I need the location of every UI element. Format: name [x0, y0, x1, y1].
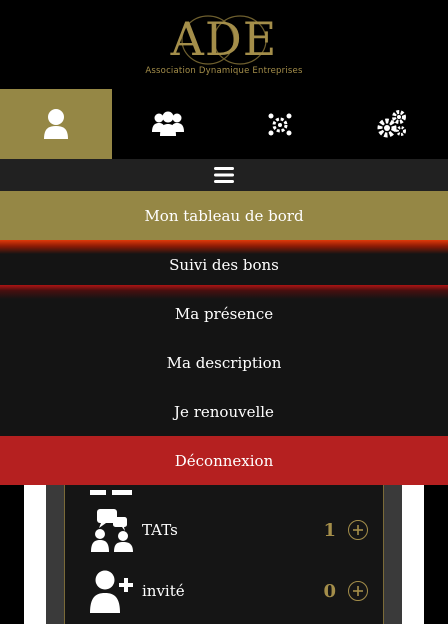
users-group-icon	[152, 111, 184, 136]
user-plus-icon	[86, 565, 138, 617]
menu-item-label: Déconnexion	[174, 451, 274, 470]
add-guest-button[interactable]	[348, 581, 368, 601]
stat-label: TATs	[142, 521, 178, 539]
user-icon	[44, 109, 68, 139]
hamburger-icon	[214, 167, 234, 183]
dropdown-menu: Mon tableau de bord Suivi des bons Ma pr…	[0, 191, 448, 485]
add-icon	[353, 586, 363, 596]
logo-tagline: Association Dynamique Entreprises	[145, 66, 303, 76]
add-icon	[353, 525, 363, 535]
menu-item-renew[interactable]: Je renouvelle	[0, 387, 448, 436]
menu-item-label: Ma présence	[174, 304, 274, 323]
dashboard-content: TATs 1 invité 0	[0, 485, 448, 624]
tab-settings[interactable]	[336, 89, 448, 159]
gears-icon	[377, 110, 406, 138]
logo-letters: ADE	[170, 12, 278, 66]
chat-group-icon	[86, 504, 138, 556]
tab-members[interactable]	[112, 89, 224, 159]
add-tat-button[interactable]	[348, 520, 368, 540]
stat-count: 0	[323, 580, 336, 602]
menu-toggle[interactable]	[0, 159, 448, 191]
header: ADE Association Dynamique Entreprises	[0, 0, 448, 89]
icon-tab-bar	[0, 89, 448, 159]
menu-item-label: Mon tableau de bord	[144, 206, 304, 225]
menu-item-dashboard[interactable]: Mon tableau de bord	[0, 191, 448, 240]
network-gear-icon	[268, 113, 292, 136]
stat-row-invite: invité 0	[86, 563, 376, 619]
users-group-icon	[88, 485, 136, 495]
menu-item-label: Ma description	[166, 353, 282, 372]
ade-logo[interactable]: ADE Association Dynamique Entreprises	[0, 0, 448, 89]
tab-profile[interactable]	[0, 89, 112, 159]
menu-item-description[interactable]: Ma description	[0, 338, 448, 387]
menu-item-label: Suivi des bons	[169, 255, 279, 274]
tab-network[interactable]	[224, 89, 336, 159]
menu-item-logout[interactable]: Déconnexion	[0, 436, 448, 485]
stat-label: invité	[142, 582, 185, 600]
stat-count: 1	[323, 519, 336, 541]
stat-row-tats: TATs 1	[86, 502, 376, 558]
menu-item-label: Je renouvelle	[174, 402, 274, 421]
menu-item-vouchers[interactable]: Suivi des bons	[0, 240, 448, 299]
